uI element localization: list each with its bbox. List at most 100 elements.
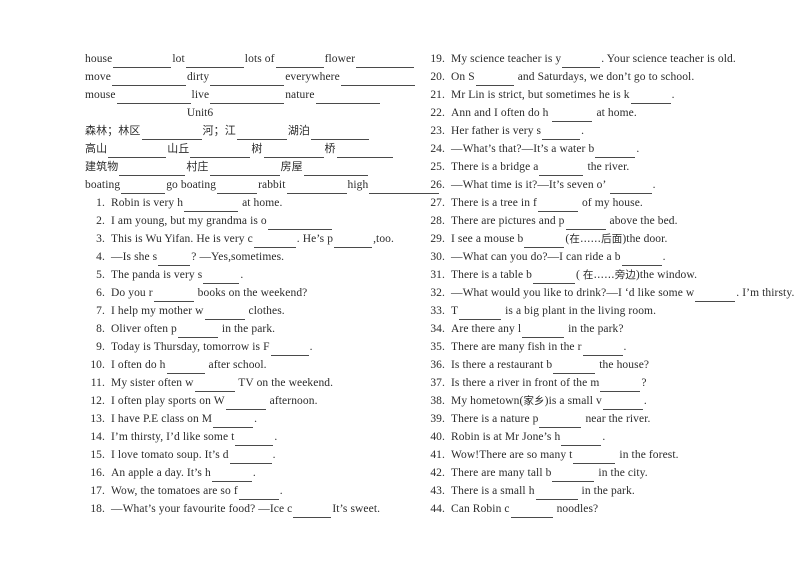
answer-blank[interactable] [108, 146, 167, 158]
question-text: —What’s your favourite food? —Ice c [111, 503, 293, 515]
answer-blank[interactable] [537, 200, 578, 212]
answer-blank[interactable] [524, 236, 565, 248]
answer-blank[interactable] [190, 146, 251, 158]
answer-blank[interactable] [253, 236, 296, 248]
answer-blank[interactable] [119, 164, 186, 176]
vocabulary-row: mouse live nature [85, 86, 405, 104]
vocabulary-word: 桥 [324, 142, 336, 155]
answer-blank[interactable] [211, 470, 252, 482]
question-number: 6. [96, 287, 105, 299]
question-body: My sister often w TV on the weekend. [111, 377, 333, 392]
answer-blank[interactable] [141, 128, 202, 140]
answer-blank[interactable] [553, 362, 596, 374]
answer-blank[interactable] [217, 182, 258, 194]
answer-blank[interactable] [533, 272, 575, 284]
answer-blank[interactable] [238, 488, 279, 500]
question-item: 41. Wow!There are so many t in the forest… [425, 446, 770, 464]
answer-blank[interactable] [185, 56, 244, 68]
answer-blank[interactable] [510, 506, 553, 518]
question-text: I see a mouse b [451, 233, 524, 245]
left-column: house lot lots of flower move dirty everywhere… [85, 50, 440, 518]
answer-blank[interactable] [293, 506, 332, 518]
question-text: is a big plant in the living room. [502, 305, 657, 317]
answer-blank[interactable] [552, 110, 593, 122]
answer-blank[interactable] [263, 146, 324, 158]
question-item: 31. There is a table b ( 在……旁边)the window. [425, 266, 770, 284]
chinese-gloss: 在……旁边 [582, 269, 636, 281]
answer-blank[interactable] [602, 398, 643, 410]
answer-blank[interactable] [565, 218, 606, 230]
question-item: 37. Is there a river in front of the m? [425, 374, 770, 392]
answer-blank[interactable] [573, 452, 616, 464]
answer-blank[interactable] [539, 164, 584, 176]
answer-blank[interactable] [236, 128, 287, 140]
answer-blank[interactable] [184, 200, 239, 212]
question-item: 7. I help my mother w clothes. [85, 302, 405, 320]
answer-blank[interactable] [286, 182, 347, 194]
answer-blank[interactable] [209, 164, 280, 176]
question-text: There is a small h [451, 485, 535, 497]
answer-blank[interactable] [267, 218, 332, 230]
answer-blank[interactable] [356, 56, 415, 68]
answer-blank[interactable] [609, 182, 652, 194]
answer-blank[interactable] [600, 380, 641, 392]
answer-blank[interactable] [116, 92, 191, 104]
answer-blank[interactable] [542, 128, 581, 140]
answer-blank[interactable] [334, 236, 373, 248]
answer-blank[interactable] [475, 74, 514, 86]
answer-blank[interactable] [210, 92, 285, 104]
question-text: . Your science teacher is old. [601, 53, 736, 65]
answer-blank[interactable] [539, 416, 582, 428]
answer-blank[interactable] [311, 128, 370, 140]
answer-blank[interactable] [158, 254, 191, 266]
answer-blank[interactable] [630, 92, 671, 104]
answer-blank[interactable] [303, 164, 368, 176]
answer-blank[interactable] [562, 56, 601, 68]
question-text: afternoon. [266, 395, 318, 407]
question-body: Is there a restaurant b the house? [451, 359, 649, 374]
answer-blank[interactable] [235, 434, 274, 446]
vocabulary-word: boating [85, 179, 121, 191]
answer-blank[interactable] [111, 74, 186, 86]
question-number: 28. [430, 215, 445, 227]
question-item: 18. —What’s your favourite food? —Ice c It… [85, 500, 405, 518]
answer-blank[interactable] [275, 56, 324, 68]
answer-blank[interactable] [522, 326, 565, 338]
answer-blank[interactable] [113, 56, 172, 68]
answer-blank[interactable] [561, 434, 602, 446]
right-column: 19. My science teacher is y . Your science… [425, 50, 794, 518]
answer-blank[interactable] [582, 344, 623, 356]
answer-blank[interactable] [621, 254, 662, 266]
question-number: 19. [430, 53, 445, 65]
question-text: . [252, 467, 256, 479]
question-item: 33. T is a big plant in the living room. [425, 302, 770, 320]
question-body: T is a big plant in the living room. [451, 305, 657, 320]
answer-blank[interactable] [225, 398, 266, 410]
question-body: —What’s that?—It’s a water b. [451, 143, 639, 158]
answer-blank[interactable] [204, 308, 245, 320]
answer-blank[interactable] [315, 92, 380, 104]
answer-blank[interactable] [194, 380, 235, 392]
question-body: On S and Saturdays, we don’t go to schoo… [451, 71, 694, 86]
answer-blank[interactable] [166, 362, 205, 374]
answer-blank[interactable] [153, 290, 194, 302]
answer-blank[interactable] [535, 488, 578, 500]
answer-blank[interactable] [336, 146, 393, 158]
question-text: Robin is very h [111, 197, 184, 209]
answer-blank[interactable] [552, 470, 595, 482]
question-item: 43. There is a small h in the park. [425, 482, 770, 500]
answer-blank[interactable] [595, 146, 636, 158]
question-text: ,too. [373, 233, 395, 245]
answer-blank[interactable] [203, 272, 240, 284]
answer-blank[interactable] [229, 452, 272, 464]
answer-blank[interactable] [121, 182, 166, 194]
answer-blank[interactable] [210, 74, 285, 86]
answer-blank[interactable] [177, 326, 218, 338]
answer-blank[interactable] [340, 74, 415, 86]
vocabulary-word: mouse [85, 89, 116, 101]
vocabulary-row: boating go boating rabbit high [85, 176, 440, 194]
answer-blank[interactable] [459, 308, 502, 320]
answer-blank[interactable] [270, 344, 309, 356]
answer-blank[interactable] [695, 290, 736, 302]
answer-blank[interactable] [213, 416, 254, 428]
